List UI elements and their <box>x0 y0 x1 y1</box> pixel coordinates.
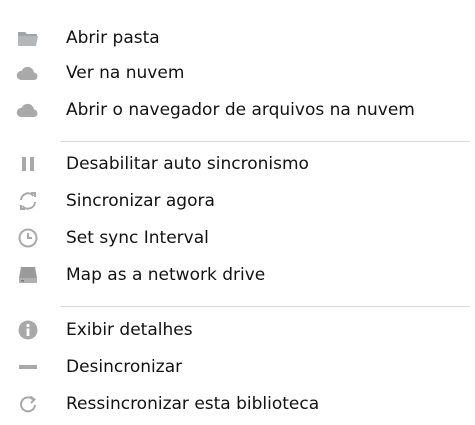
menu-item-label: Sincronizar agora <box>66 191 215 211</box>
info-icon <box>15 317 41 343</box>
menu-item-view-cloud[interactable]: Ver na nuvem <box>0 55 475 91</box>
clock-icon <box>15 225 41 251</box>
menu-item-label: Desincronizar <box>66 357 183 377</box>
menu-item-sync-now[interactable]: Sincronizar agora <box>0 183 475 219</box>
menu-item-label: Desabilitar auto sincronismo <box>66 154 309 174</box>
sync-icon <box>15 188 41 214</box>
menu-item-resync-library[interactable]: Ressincronizar esta biblioteca <box>0 386 475 422</box>
network-drive-icon <box>15 262 41 288</box>
menu-item-label: Ressincronizar esta biblioteca <box>66 394 320 414</box>
minus-icon <box>15 354 41 380</box>
pause-icon <box>15 151 41 177</box>
menu-item-label: Map as a network drive <box>66 265 266 285</box>
menu-item-show-details[interactable]: Exibir detalhes <box>0 312 475 348</box>
menu-separator <box>60 141 470 142</box>
folder-icon <box>15 25 41 51</box>
menu-item-label: Set sync Interval <box>66 228 209 248</box>
menu-separator <box>60 306 470 307</box>
menu-item-set-sync-interval[interactable]: Set sync Interval <box>0 220 475 256</box>
cloud-icon <box>15 60 41 86</box>
context-menu: Abrir pasta Ver na nuvem Abrir o navegad… <box>0 0 475 425</box>
menu-item-map-network-drive[interactable]: Map as a network drive <box>0 257 475 293</box>
menu-item-label: Abrir o navegador de arquivos na nuvem <box>66 100 415 120</box>
menu-item-open-cloud-browser[interactable]: Abrir o navegador de arquivos na nuvem <box>0 92 475 128</box>
menu-item-label: Exibir detalhes <box>66 320 193 340</box>
menu-item-unsync[interactable]: Desincronizar <box>0 349 475 385</box>
menu-item-disable-auto-sync[interactable]: Desabilitar auto sincronismo <box>0 146 475 182</box>
resync-icon <box>15 391 41 417</box>
cloud-icon <box>15 97 41 123</box>
menu-item-label: Ver na nuvem <box>66 63 185 83</box>
menu-item-open-folder[interactable]: Abrir pasta <box>0 20 475 56</box>
menu-item-label: Abrir pasta <box>66 28 160 48</box>
